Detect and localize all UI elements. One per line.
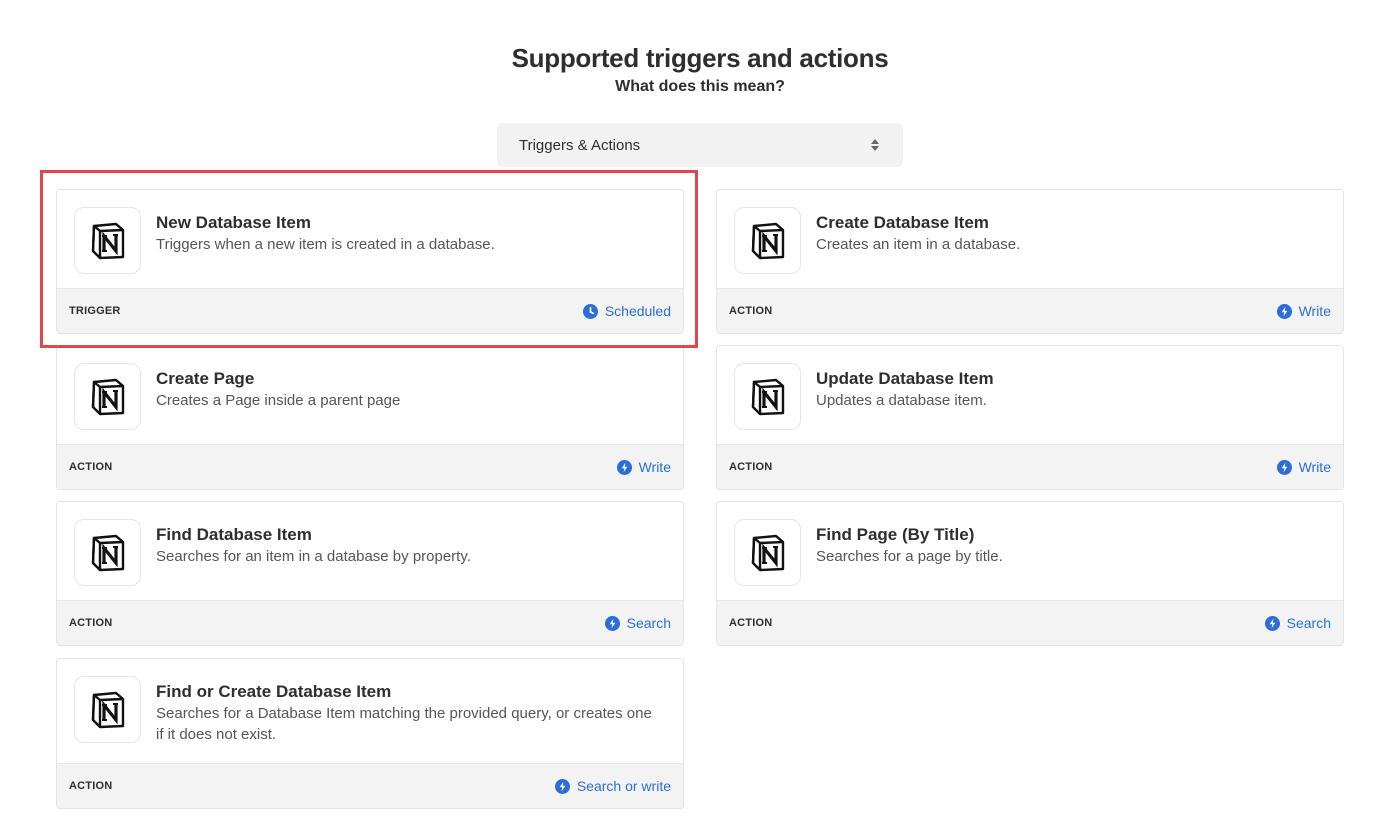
card-mode: Write (616, 459, 671, 475)
bolt-icon (1276, 303, 1292, 319)
card-title: New Database Item (156, 213, 311, 232)
page-header: Supported triggers and actions What does… (0, 40, 1400, 98)
bolt-icon (604, 615, 620, 631)
card-type-label: ACTION (729, 461, 773, 473)
card-create-database-item[interactable]: Create Database Item Creates an item in … (716, 189, 1344, 334)
card-mode-label: Scheduled (604, 303, 671, 319)
card-description: Creates a Page inside a parent page (156, 392, 401, 409)
card-title: Find or Create Database Item (156, 682, 392, 701)
card-description: Updates a database item. (816, 392, 987, 409)
card-find-page-by-title[interactable]: Find Page (By Title) Searches for a page… (716, 501, 1344, 646)
card-title: Update Database Item (816, 369, 994, 388)
card-find-or-create-database-item[interactable]: Find or Create Database Item Searches fo… (56, 658, 684, 809)
card-type-label: ACTION (69, 461, 113, 473)
card-mode-label: Search (1286, 615, 1331, 631)
card-type-label: ACTION (729, 305, 773, 317)
card-footer: ACTION Write (57, 444, 683, 489)
card-mode-label: Write (638, 459, 671, 475)
card-type-label: ACTION (69, 617, 113, 629)
card-title: Create Database Item (816, 213, 989, 232)
card-mode: Scheduled (582, 303, 671, 319)
triggers-actions-select[interactable]: Triggers & Actions (497, 123, 903, 167)
card-mode-label: Write (1298, 459, 1331, 475)
select-arrows-icon (869, 135, 881, 155)
what-does-this-mean-link[interactable]: What does this mean? (0, 76, 1400, 98)
page-title: Supported triggers and actions (511, 43, 889, 73)
card-title: Find Database Item (156, 525, 312, 544)
card-mode: Search or write (554, 778, 671, 794)
bolt-icon (616, 459, 632, 475)
card-mode-label: Search or write (576, 778, 671, 794)
card-footer: ACTION Search or write (57, 763, 683, 808)
card-create-page[interactable]: Create Page Creates a Page inside a pare… (56, 345, 684, 490)
select-value: Triggers & Actions (519, 136, 641, 154)
card-type-label: ACTION (69, 780, 113, 792)
card-footer: ACTION Search (57, 600, 683, 645)
card-footer: TRIGGER Scheduled (57, 288, 683, 333)
card-type-label: ACTION (729, 617, 773, 629)
card-mode: Search (604, 615, 671, 631)
card-find-database-item[interactable]: Find Database Item Searches for an item … (56, 501, 684, 646)
card-title: Create Page (156, 369, 255, 388)
card-mode: Search (1264, 615, 1331, 631)
bolt-icon (1276, 459, 1292, 475)
card-update-database-item[interactable]: Update Database Item Updates a database … (716, 345, 1344, 490)
card-mode-label: Write (1298, 303, 1331, 319)
card-type-label: TRIGGER (69, 305, 121, 317)
card-mode: Write (1276, 303, 1331, 319)
card-footer: ACTION Write (717, 288, 1343, 333)
card-description: Triggers when a new item is created in a… (156, 236, 495, 253)
card-new-database-item[interactable]: New Database Item Triggers when a new it… (56, 189, 684, 334)
card-description: Searches for an item in a database by pr… (156, 548, 471, 565)
card-mode-label: Search (626, 615, 671, 631)
card-description: Creates an item in a database. (816, 236, 1021, 253)
card-description: Searches for a Database Item matching th… (156, 705, 652, 743)
card-footer: ACTION Search (717, 600, 1343, 645)
card-title: Find Page (By Title) (816, 525, 975, 544)
card-description: Searches for a page by title. (816, 548, 1003, 565)
clock-icon (582, 303, 598, 319)
card-footer: ACTION Write (717, 444, 1343, 489)
bolt-icon (1264, 615, 1280, 631)
card-mode: Write (1276, 459, 1331, 475)
bolt-icon (554, 778, 570, 794)
